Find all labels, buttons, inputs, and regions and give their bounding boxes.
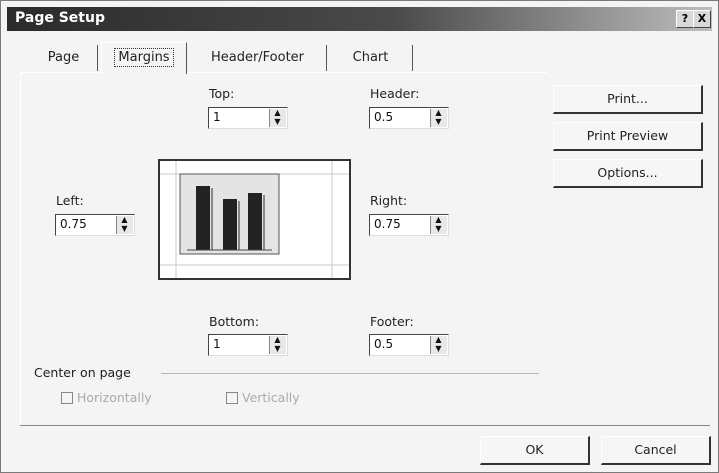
spin-down-icon[interactable]: ▼ [272,345,283,353]
footer-spinner-arrows[interactable]: ▲ ▼ [430,336,447,354]
spin-down-icon[interactable]: ▼ [272,118,283,126]
vertically-label: Vertically [242,390,300,405]
right-label: Right: [370,193,408,208]
spin-up-icon[interactable]: ▲ [433,109,444,117]
tab-header-footer-label: Header/Footer [210,50,305,65]
spin-up-icon[interactable]: ▲ [433,336,444,344]
right-spinner-arrows[interactable]: ▲ ▼ [430,216,447,234]
left-value: 0.75 [60,217,87,231]
ok-button[interactable]: OK [480,436,590,465]
footer-divider [20,425,710,426]
footer-spinner[interactable]: 0.5 ▲ ▼ [369,334,449,356]
page-setup-dialog: Page Setup ? X Page Margins Header/Foote… [0,0,719,473]
group-divider [161,373,539,374]
tab-page[interactable]: Page [30,45,98,71]
footer-label: Footer: [370,314,414,329]
help-button[interactable]: ? [676,10,694,28]
left-spinner[interactable]: 0.75 ▲ ▼ [55,214,135,236]
tab-margins-label: Margins [114,48,174,67]
top-value: 1 [213,110,221,124]
page-preview [158,159,351,280]
footer-value: 0.5 [374,337,394,351]
print-button-label: Print... [607,91,648,106]
cancel-button-label: Cancel [634,442,677,457]
bottom-spinner-arrows[interactable]: ▲ ▼ [269,336,286,354]
spin-up-icon[interactable]: ▲ [272,336,283,344]
print-preview-button-label: Print Preview [586,128,669,143]
options-button[interactable]: Options... [553,159,703,188]
tab-chart[interactable]: Chart [329,45,413,71]
center-on-page-label: Center on page [34,365,131,380]
horizontally-label: Horizontally [77,390,152,405]
top-spinner-arrows[interactable]: ▲ ▼ [269,109,286,127]
header-spinner-arrows[interactable]: ▲ ▼ [430,109,447,127]
top-spinner[interactable]: 1 ▲ ▼ [208,107,288,129]
close-button[interactable]: X [693,10,711,28]
tab-margins[interactable]: Margins [101,42,187,74]
spin-down-icon[interactable]: ▼ [433,118,444,126]
horizontally-checkbox[interactable] [61,392,73,404]
tab-chart-label: Chart [352,50,389,65]
options-button-label: Options... [597,165,658,180]
bottom-label: Bottom: [209,314,260,329]
page-preview-graphic [160,161,349,278]
cancel-button[interactable]: Cancel [601,436,711,465]
spin-up-icon[interactable]: ▲ [272,109,283,117]
tab-header-footer[interactable]: Header/Footer [189,45,327,71]
spin-down-icon[interactable]: ▼ [433,345,444,353]
spin-up-icon[interactable]: ▲ [119,216,130,224]
dialog-title: Page Setup [15,10,105,26]
print-button[interactable]: Print... [553,85,703,114]
header-label: Header: [370,86,420,101]
left-label: Left: [56,193,84,208]
right-value: 0.75 [374,217,401,231]
header-spinner[interactable]: 0.5 ▲ ▼ [369,107,449,129]
right-spinner[interactable]: 0.75 ▲ ▼ [369,214,449,236]
tab-page-label: Page [47,50,80,65]
spin-up-icon[interactable]: ▲ [433,216,444,224]
print-preview-button[interactable]: Print Preview [553,122,703,151]
bottom-spinner[interactable]: 1 ▲ ▼ [208,334,288,356]
ok-button-label: OK [525,442,544,457]
left-spinner-arrows[interactable]: ▲ ▼ [116,216,133,234]
bottom-value: 1 [213,337,221,351]
header-value: 0.5 [374,110,394,124]
spin-down-icon[interactable]: ▼ [433,225,444,233]
vertically-checkbox[interactable] [226,392,238,404]
title-bar[interactable]: Page Setup ? X [7,7,712,31]
spin-down-icon[interactable]: ▼ [119,225,130,233]
top-label: Top: [209,86,235,101]
